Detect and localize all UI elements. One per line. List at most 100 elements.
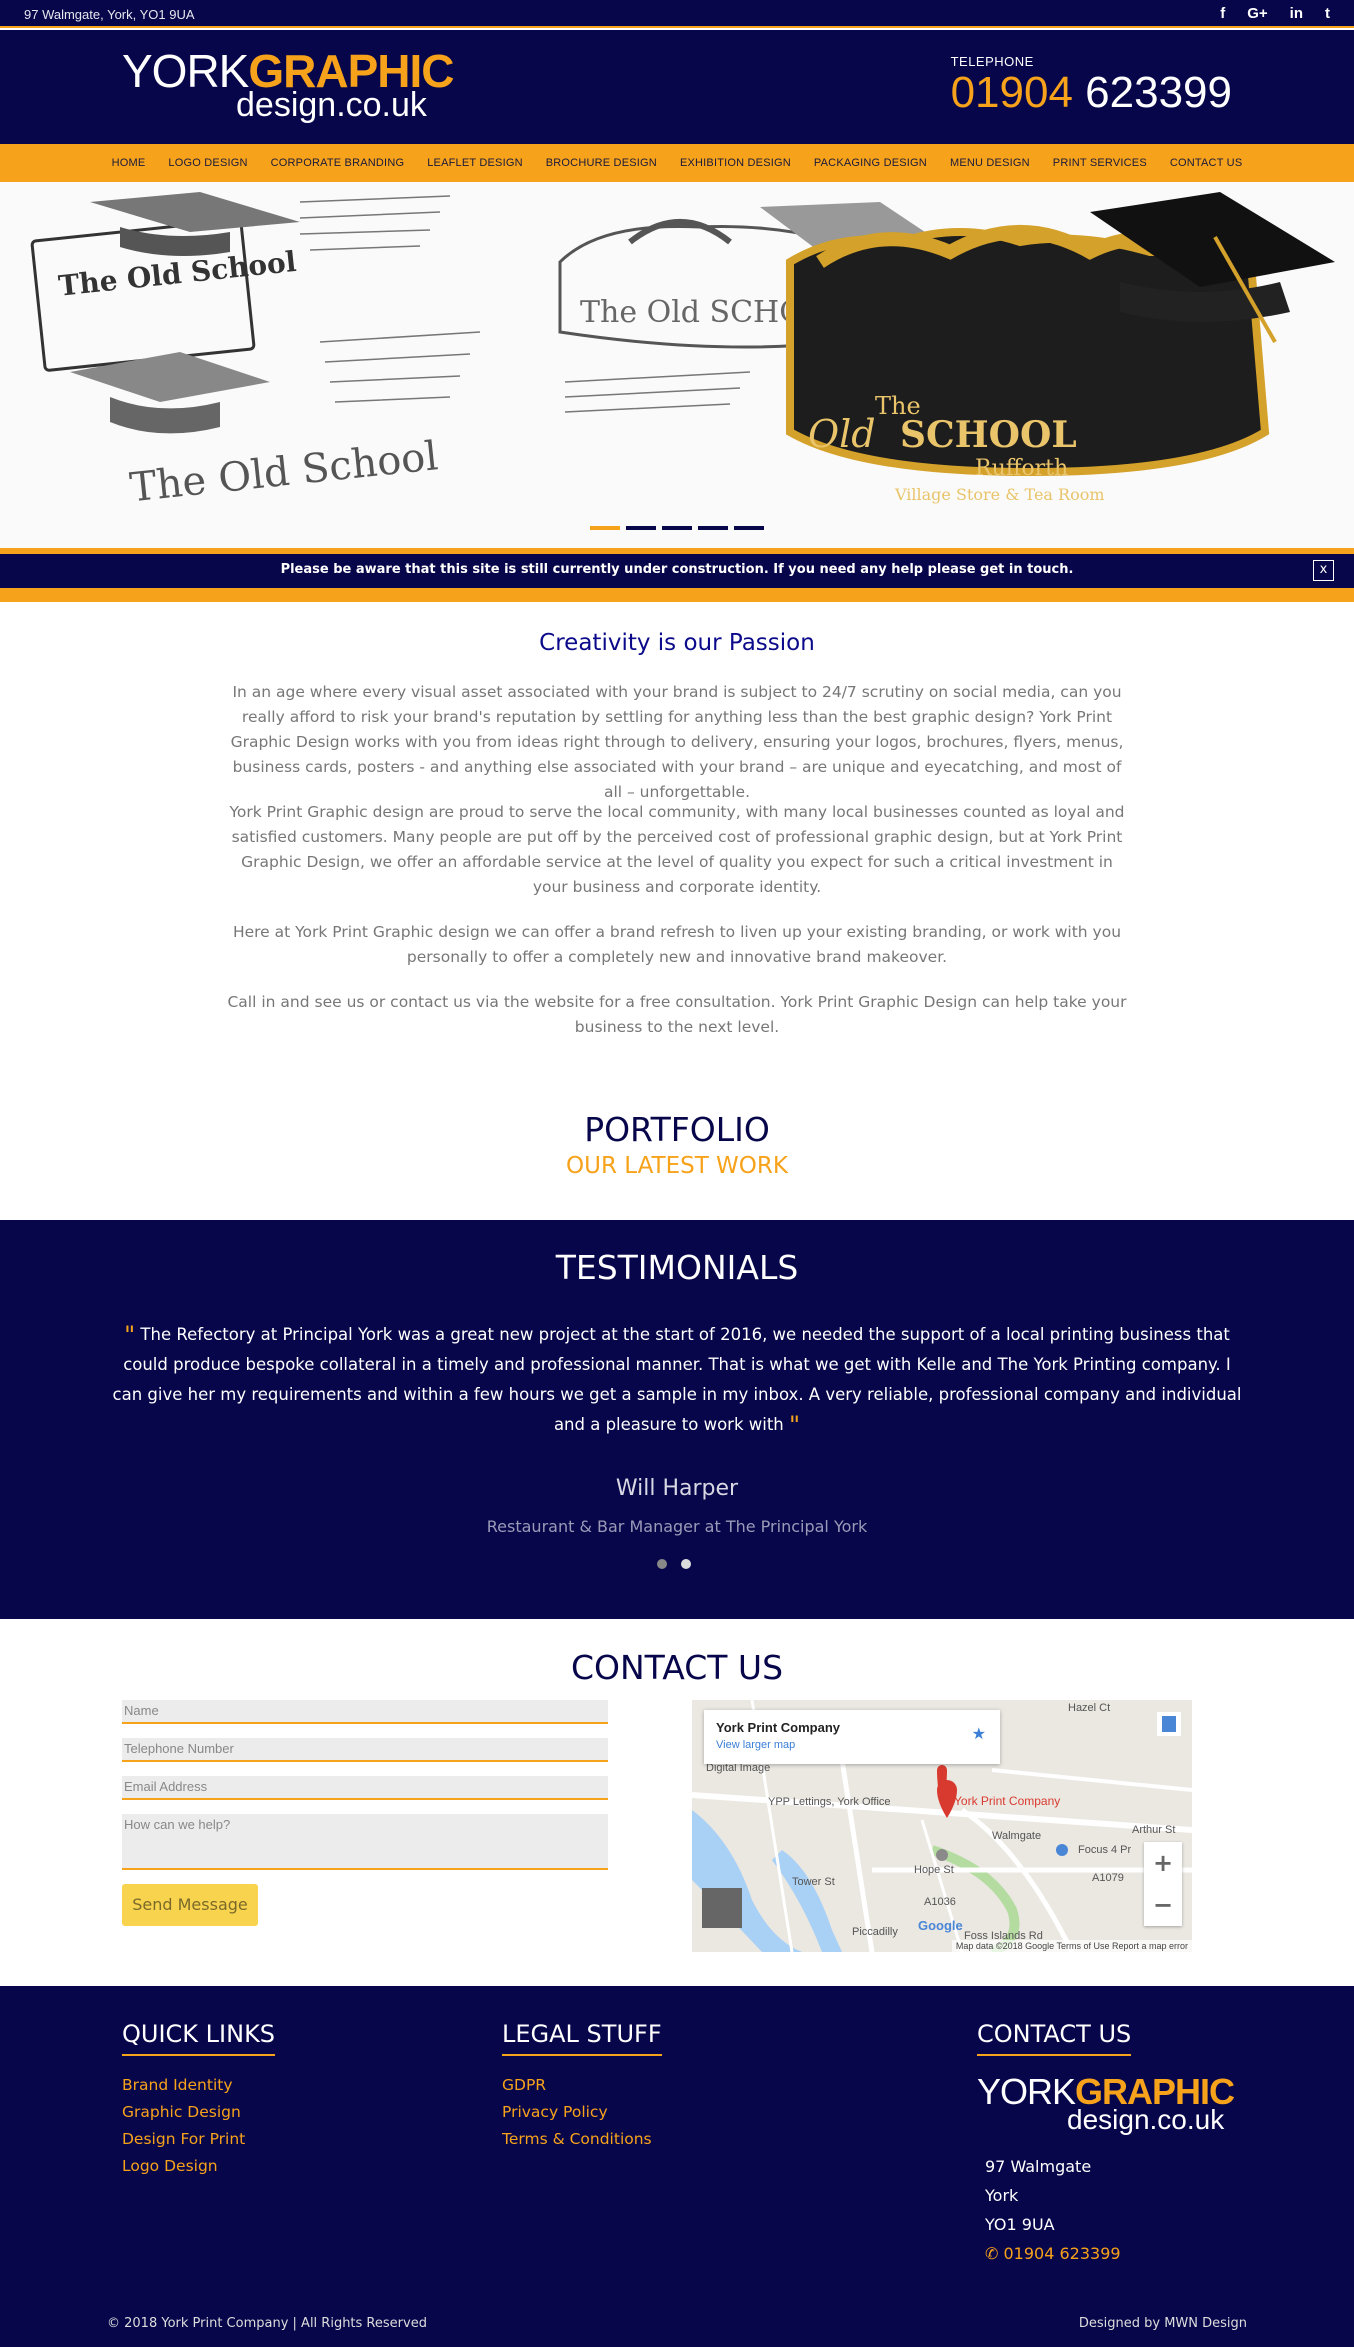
- slider-dot[interactable]: [698, 526, 728, 530]
- notice-text: Please be aware that this site is still …: [280, 562, 1074, 577]
- designed-by[interactable]: Designed by MWN Design: [1079, 2316, 1247, 2331]
- nav-brochure-design[interactable]: BROCHURE DESIGN: [534, 157, 668, 169]
- open-quote-icon: ": [124, 1321, 136, 1349]
- linkedin-icon[interactable]: in: [1290, 5, 1303, 23]
- footer-logo-domain: design.co.uk: [1067, 2104, 1225, 2135]
- message-field[interactable]: How can we help?: [122, 1814, 608, 1870]
- sketch-2-title: The Old School: [128, 433, 440, 511]
- top-bar: 97 Walmgate, York, YO1 9UA f G+ in t: [0, 0, 1354, 28]
- final-logo-artwork: The Old SCHOOL Rufforth Village Store & …: [786, 192, 1335, 504]
- map-label: A1079: [1092, 1872, 1124, 1884]
- footer-link-design-for-print[interactable]: Design For Print: [122, 2126, 275, 2153]
- google-logo: Google: [918, 1918, 963, 1933]
- telephone-field[interactable]: Telephone Number: [122, 1738, 608, 1762]
- testimonial-dots: [657, 1559, 691, 1569]
- phone-number[interactable]: 01904 623399: [951, 71, 1232, 115]
- view-larger-map-link[interactable]: View larger map: [716, 1739, 988, 1751]
- slider-dot[interactable]: [734, 526, 764, 530]
- email-field[interactable]: Email Address: [122, 1776, 608, 1800]
- map-label: Arthur St: [1132, 1824, 1176, 1836]
- nav-leaflet-design[interactable]: LEAFLET DESIGN: [416, 157, 535, 169]
- nav-menu-design[interactable]: MENU DESIGN: [938, 157, 1041, 169]
- close-quote-icon: ": [789, 1411, 801, 1439]
- footer-link-graphic-design[interactable]: Graphic Design: [122, 2099, 275, 2126]
- nav-contact-us[interactable]: CONTACT US: [1158, 157, 1254, 169]
- footer-link-brand-identity[interactable]: Brand Identity: [122, 2072, 275, 2099]
- sketch-logo-1: The Old School: [30, 192, 451, 372]
- phone-icon: ✆: [985, 2244, 999, 2263]
- testimonial-role: Restaurant & Bar Manager at The Principa…: [486, 1517, 868, 1536]
- main-nav: HOME LOGO DESIGN CORPORATE BRANDING LEAF…: [0, 144, 1354, 182]
- footer-legal: LEGAL STUFF GDPR Privacy Policy Terms & …: [502, 2020, 662, 2153]
- intro-title: Creativity is our Passion: [539, 630, 815, 656]
- save-star-icon[interactable]: ★: [972, 1724, 986, 1743]
- copyright: © 2018 York Print Company | All Rights R…: [107, 2316, 427, 2331]
- testimonial-quote: " The Refectory at Principal York was a …: [110, 1320, 1244, 1440]
- address-line: York: [985, 2186, 1019, 2205]
- final-logo-school: SCHOOL: [900, 414, 1077, 456]
- map-place-name: York Print Company: [716, 1720, 841, 1735]
- facebook-icon[interactable]: f: [1220, 5, 1225, 23]
- nav-packaging-design[interactable]: PACKAGING DESIGN: [802, 157, 938, 169]
- legal-title: LEGAL STUFF: [502, 2020, 662, 2056]
- intro-paragraph: York Print Graphic design are proud to s…: [229, 803, 1125, 896]
- phone-label: TELEPHONE: [950, 54, 1034, 69]
- site-logo[interactable]: YORKGRAPHIC design.co.uk: [122, 45, 455, 124]
- footer-phone-number: 01904 623399: [1003, 2244, 1121, 2263]
- address-line: 97 Walmgate: [985, 2157, 1092, 2176]
- notice-border-bottom: [0, 588, 1354, 602]
- footer-quick-links: QUICK LINKS Brand Identity Graphic Desig…: [122, 2020, 276, 2180]
- google-map[interactable]: YPP Lettings, York Office Focus 4 Pr Tow…: [692, 1700, 1192, 1952]
- slider-dots: [590, 526, 764, 530]
- zoom-out-button[interactable]: −: [1144, 1884, 1182, 1926]
- final-logo-place: Rufforth: [975, 456, 1068, 481]
- intro-paragraph: Call in and see us or contact us via the…: [227, 993, 1127, 1036]
- map-attribution: Map data ©2018 Google Terms of Use Repor…: [951, 1940, 1192, 1952]
- testimonial-dot[interactable]: [657, 1559, 667, 1569]
- intro-paragraph: In an age where every visual asset assoc…: [230, 683, 1124, 801]
- slider-dot[interactable]: [662, 526, 692, 530]
- notice-close-button[interactable]: x: [1313, 560, 1334, 581]
- map-label: Hope St: [914, 1864, 954, 1876]
- hero-slider: The Old School The Old School The Old SC…: [0, 182, 1354, 548]
- send-message-button[interactable]: Send Message: [122, 1884, 258, 1926]
- social-links: f G+ in t: [1220, 5, 1330, 23]
- testimonial-author: Will Harper: [615, 1476, 739, 1501]
- footer-link-privacy-policy[interactable]: Privacy Policy: [502, 2099, 662, 2126]
- footer-link-terms[interactable]: Terms & Conditions: [502, 2126, 662, 2153]
- phone-local-number: 623399: [1085, 68, 1232, 117]
- footer-phone[interactable]: ✆ 01904 623399: [985, 2239, 1234, 2268]
- nav-home[interactable]: HOME: [100, 157, 157, 169]
- logo-domain: design.co.uk: [236, 86, 427, 124]
- logo-york: YORK: [122, 45, 249, 97]
- contact-form: Name Telephone Number Email Address How …: [122, 1700, 608, 1926]
- top-address: 97 Walmgate, York, YO1 9UA: [24, 7, 195, 22]
- google-plus-icon[interactable]: G+: [1247, 5, 1267, 23]
- name-field[interactable]: Name: [122, 1700, 608, 1724]
- testimonials-title: TESTIMONIALS: [555, 1248, 799, 1287]
- footer-address: 97 Walmgate York YO1 9UA ✆ 01904 623399: [985, 2152, 1234, 2268]
- nav-corporate-branding[interactable]: CORPORATE BRANDING: [259, 157, 416, 169]
- map-pin-label: York Print Company: [954, 1794, 1061, 1808]
- map-label: Piccadilly: [852, 1926, 898, 1938]
- twitter-icon[interactable]: t: [1325, 5, 1330, 23]
- contact-title: CONTACT US: [570, 1648, 784, 1687]
- footer-link-logo-design[interactable]: Logo Design: [122, 2153, 275, 2180]
- slider-dot[interactable]: [590, 526, 620, 530]
- nav-logo-design[interactable]: LOGO DESIGN: [157, 157, 259, 169]
- nav-exhibition-design[interactable]: EXHIBITION DESIGN: [668, 157, 802, 169]
- nav-print-services[interactable]: PRINT SERVICES: [1041, 157, 1158, 169]
- testimonial-dot[interactable]: [681, 1559, 691, 1569]
- map-label: YPP Lettings, York Office: [768, 1796, 891, 1808]
- footer-logo[interactable]: YORKGRAPHIC design.co.uk: [977, 2074, 1235, 2135]
- zoom-in-button[interactable]: +: [1144, 1842, 1182, 1884]
- footer-link-gdpr[interactable]: GDPR: [502, 2072, 662, 2099]
- map-zoom-controls: + −: [1144, 1842, 1182, 1926]
- map-label: Hazel Ct: [1068, 1702, 1111, 1714]
- quick-links-title: QUICK LINKS: [122, 2020, 276, 2056]
- slider-dot[interactable]: [626, 526, 656, 530]
- construction-notice: Please be aware that this site is still …: [0, 554, 1354, 588]
- footer-contact-title: CONTACT US: [977, 2020, 1132, 2056]
- map-label: Focus 4 Pr: [1078, 1844, 1132, 1856]
- testimonials-section: TESTIMONIALS " The Refectory at Principa…: [0, 1220, 1354, 1619]
